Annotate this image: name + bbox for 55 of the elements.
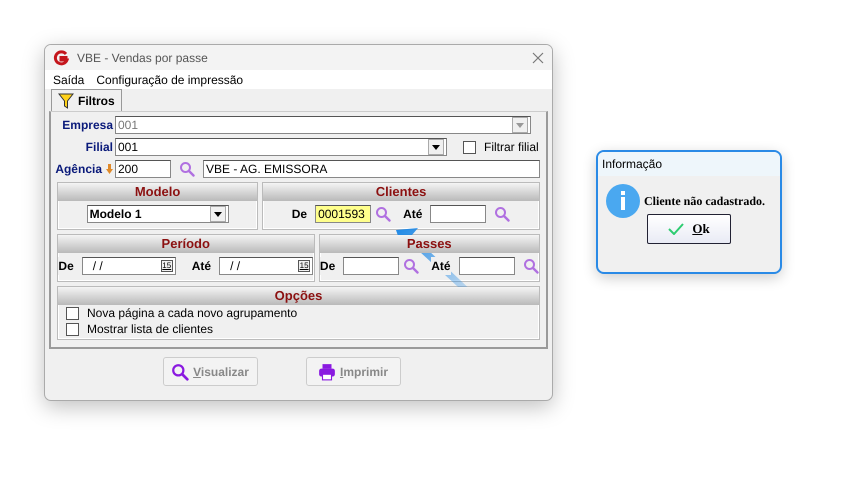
to-field[interactable] xyxy=(458,257,515,275)
window-title: VBE - Vendas por passe xyxy=(77,50,208,66)
sort-arrow-icon xyxy=(106,164,113,174)
ok-button[interactable]: Ok xyxy=(647,214,731,244)
model-dropdown[interactable]: Modelo 1 xyxy=(86,205,229,223)
section-header: Modelo xyxy=(58,183,258,201)
search-icon[interactable] xyxy=(375,206,392,222)
info-icon xyxy=(606,184,640,218)
section-header: Clientes xyxy=(263,183,539,201)
section-header: Opções xyxy=(58,287,539,305)
range-label: De xyxy=(320,257,336,275)
calendar-icon[interactable]: 15 xyxy=(160,260,173,272)
date-field[interactable]: / / 15 xyxy=(219,257,314,275)
app-logo-icon xyxy=(53,50,69,66)
checkbox[interactable] xyxy=(66,322,79,336)
tab[interactable]: Filtros xyxy=(51,89,122,111)
range-label: De xyxy=(58,257,74,275)
funnel-icon xyxy=(58,92,74,108)
dialog-title: Informação xyxy=(598,152,780,176)
agency-name-field: VBE - AG. EMISSORA xyxy=(203,160,540,178)
checkbox-label[interactable]: Nova página a cada novo agrupamento xyxy=(87,304,298,322)
range-label: Até xyxy=(431,257,451,275)
section-header: Período xyxy=(58,235,314,253)
section-header: Passes xyxy=(320,235,539,253)
search-icon[interactable] xyxy=(403,258,420,274)
dialog-message: Cliente não cadastrado. xyxy=(644,193,765,210)
search-icon[interactable] xyxy=(179,161,195,177)
from-field[interactable] xyxy=(343,257,400,275)
caret-icon xyxy=(214,212,222,216)
checkbox[interactable] xyxy=(463,140,476,154)
dropdown-button[interactable] xyxy=(428,139,444,155)
search-icon xyxy=(171,362,190,380)
printer-icon xyxy=(318,362,336,380)
field-label: Empresa xyxy=(61,117,114,134)
agency-code-field[interactable]: 200 xyxy=(115,160,171,178)
date-field[interactable]: / / 15 xyxy=(82,257,176,275)
to-field[interactable] xyxy=(430,205,486,223)
close-icon[interactable] xyxy=(532,52,544,64)
field-label: Agência xyxy=(55,161,102,178)
caret-icon xyxy=(432,144,440,150)
search-icon[interactable] xyxy=(522,258,539,274)
calendar-icon[interactable]: 15 xyxy=(298,260,310,272)
from-field[interactable]: 0001593 xyxy=(315,205,372,223)
checkbox-label[interactable]: Filtrar filial xyxy=(484,138,539,156)
caret-icon xyxy=(516,122,524,128)
field-label: Filial xyxy=(84,139,114,156)
checkbox-label[interactable]: Mostrar lista de clientes xyxy=(87,320,214,338)
company-dropdown: 001 xyxy=(115,116,531,134)
search-icon[interactable] xyxy=(494,206,510,222)
branch-dropdown[interactable]: 001 xyxy=(115,138,447,156)
menu-item[interactable]: Saída xyxy=(51,70,86,88)
check-icon xyxy=(668,223,684,235)
dropdown-button[interactable] xyxy=(210,206,226,222)
menu-item[interactable]: Configuração de impressão xyxy=(94,70,246,88)
checkbox[interactable] xyxy=(66,306,79,320)
